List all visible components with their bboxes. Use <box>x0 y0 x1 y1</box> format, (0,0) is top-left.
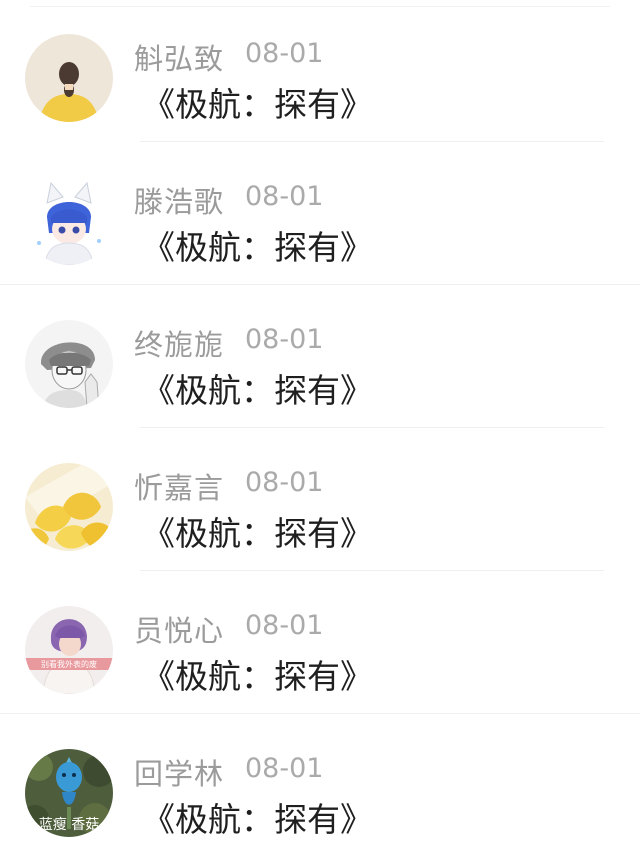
avatar-caption: 别看我外表的废 <box>41 659 97 669</box>
row-divider <box>0 284 640 285</box>
avatar-caption: 蓝瘦 香菇 <box>39 816 99 833</box>
comment-item[interactable]: 蓝瘦 香菇 回学林 08-01 《极航：探有》 <box>0 715 640 857</box>
comment-text: 《极航：探有》 <box>142 85 373 124</box>
comment-author[interactable]: 忻嘉言 <box>134 465 224 507</box>
row-divider <box>140 141 604 142</box>
comment-author[interactable]: 员悦心 <box>134 608 224 650</box>
purple-hair-girl-avatar: 别看我外表的废 <box>25 606 113 694</box>
user-avatar[interactable]: 别看我外表的废 <box>25 606 113 694</box>
user-avatar[interactable] <box>25 177 113 265</box>
user-avatar[interactable] <box>25 34 113 122</box>
sketch-boy-glasses-avatar <box>25 320 113 408</box>
row-divider <box>0 713 640 714</box>
user-avatar[interactable] <box>25 463 113 551</box>
girl-back-yellow-avatar <box>25 34 113 122</box>
user-avatar[interactable]: 蓝瘦 香菇 <box>25 749 113 837</box>
comment-text: 《极航：探有》 <box>142 800 373 839</box>
comment-date: 08-01 <box>245 467 324 498</box>
comment-author[interactable]: 斛弘致 <box>134 36 224 78</box>
comment-text: 《极航：探有》 <box>142 657 373 696</box>
comment-author[interactable]: 回学林 <box>134 751 224 793</box>
comment-date: 08-01 <box>245 753 324 784</box>
comment-author[interactable]: 滕浩歌 <box>134 179 224 221</box>
comment-item[interactable]: 斛弘致 08-01 《极航：探有》 <box>0 0 640 142</box>
comment-date: 08-01 <box>245 324 324 355</box>
comment-text: 《极航：探有》 <box>142 228 373 267</box>
comment-item[interactable]: 忻嘉言 08-01 《极航：探有》 <box>0 429 640 571</box>
ginkgo-leaves-avatar <box>25 463 113 551</box>
comment-date: 08-01 <box>245 38 324 69</box>
comment-text: 《极航：探有》 <box>142 371 373 410</box>
comment-item[interactable]: 滕浩歌 08-01 《极航：探有》 <box>0 143 640 285</box>
comment-item[interactable]: 别看我外表的废 员悦心 08-01 《极航：探有》 <box>0 572 640 714</box>
row-divider <box>140 570 604 571</box>
user-avatar[interactable] <box>25 320 113 408</box>
comment-item[interactable]: 终旎旎 08-01 《极航：探有》 <box>0 286 640 428</box>
comment-date: 08-01 <box>245 610 324 641</box>
row-divider <box>140 427 604 428</box>
blue-figure-plant-avatar: 蓝瘦 香菇 <box>25 749 113 837</box>
comment-author[interactable]: 终旎旎 <box>134 322 224 364</box>
comment-text: 《极航：探有》 <box>142 514 373 553</box>
anime-catboy-avatar <box>25 177 113 265</box>
comment-date: 08-01 <box>245 181 324 212</box>
